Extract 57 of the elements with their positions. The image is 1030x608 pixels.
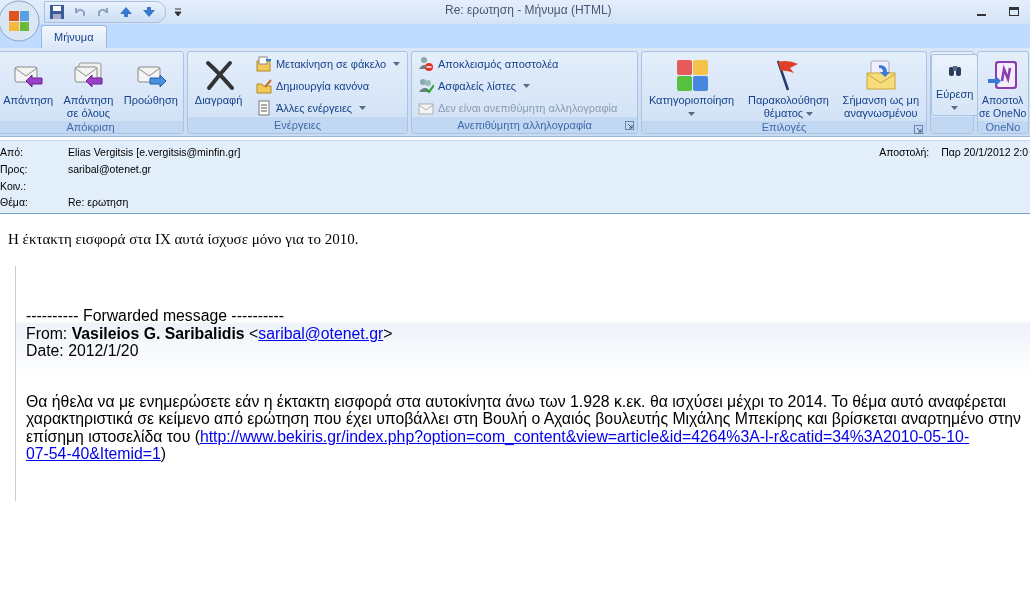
url-link[interactable]: 07-54-40&Itemid=1 bbox=[26, 445, 161, 462]
maximize-icon[interactable] bbox=[1008, 6, 1020, 18]
ribbon-button[interactable]: Αποστολ σε OneNo bbox=[979, 54, 1027, 121]
caret-icon bbox=[359, 105, 367, 110]
message-text: Η έκτακτη εισφορά στα ΙΧ αυτά ίσχυσε μόνο για το 2010. bbox=[8, 231, 360, 248]
folder-move-icon bbox=[255, 55, 272, 72]
caret-icon bbox=[951, 106, 959, 110]
dialog-launcher-icon[interactable] bbox=[625, 121, 634, 130]
ribbon-button[interactable]: Παρακολούθηση θέματος bbox=[748, 54, 829, 121]
caret-icon bbox=[393, 61, 401, 66]
field-label: Θέμα: bbox=[0, 196, 29, 211]
group-label: Ενέργειες bbox=[273, 119, 322, 131]
group-label: Ανεπιθύμητη αλληλογραφία bbox=[457, 119, 592, 131]
field-label: Προς: bbox=[0, 162, 29, 177]
date-line: Date: 2012/1/20 bbox=[26, 342, 140, 360]
ribbon-button[interactable]: Εύρεση bbox=[931, 54, 979, 116]
folder-pencil-icon bbox=[255, 77, 272, 94]
ribbon-button[interactable]: Ασφαλείς λίστες bbox=[418, 76, 618, 95]
people-check-icon bbox=[418, 77, 434, 94]
window-title: Re: ερωτηση - Μήνυμα (HTML) bbox=[445, 3, 612, 17]
caret-icon bbox=[523, 83, 531, 88]
ribbon-tab[interactable]: Μήνυμα bbox=[41, 25, 107, 48]
color-squares-icon bbox=[675, 59, 708, 91]
ribbon-button[interactable]: Κατηγοριοποίηση bbox=[648, 54, 735, 118]
group-label: Επιλογές bbox=[761, 121, 807, 133]
email-link[interactable]: saribal@otenet.gr bbox=[258, 324, 384, 342]
forward-separator: ---------- Forwarded message ---------- bbox=[26, 307, 285, 325]
field-value: saribal@otenet.gr bbox=[68, 162, 152, 177]
field-value: Παρ 20/1/2012 2:0 bbox=[941, 146, 1028, 160]
ribbon-button[interactable]: Αποκλεισμός αποστολέα bbox=[418, 54, 618, 73]
field-label: Από: bbox=[0, 146, 24, 160]
document-list-icon bbox=[255, 99, 272, 116]
url-link[interactable]: http://www.bekiris.gr/index.php?option=com_content&view=article&id=4264%3A-l-r&catid=34%3A2010-05-10- bbox=[199, 427, 970, 445]
caret-icon bbox=[688, 112, 696, 116]
group-label: OneNo bbox=[985, 121, 1021, 133]
from-line: From: Vasileios G. Saribalidis <saribal@otenet.gr> bbox=[26, 324, 394, 342]
ribbon-button[interactable]: Δημιουργία κανόνα bbox=[255, 76, 401, 95]
ribbon-button[interactable]: Απάντηση bbox=[3, 54, 54, 108]
person-blocked-icon bbox=[418, 55, 434, 72]
field-label: Αποστολή: bbox=[879, 146, 930, 160]
ribbon-button[interactable]: Απάντηση σε όλους bbox=[63, 54, 114, 121]
customize-toolbar-icon[interactable] bbox=[174, 7, 182, 17]
ribbon-button[interactable]: Διαγραφή bbox=[194, 54, 243, 108]
field-value: Re: ερωτηση bbox=[68, 196, 129, 211]
dialog-launcher-icon[interactable] bbox=[914, 125, 923, 134]
save-icon[interactable] bbox=[49, 4, 65, 20]
field-value: Elias Vergitsis [e.vergitsis@minfin.gr] bbox=[68, 146, 241, 160]
envelope-arrow-icon bbox=[864, 59, 897, 91]
caret-icon bbox=[806, 112, 814, 117]
ribbon-button[interactable]: Σήμανση ως μη αναγνωσμένου bbox=[842, 54, 920, 121]
notebook-icon bbox=[986, 59, 1019, 91]
ribbon-button[interactable]: Μετακίνηση σε φάκελο bbox=[255, 54, 401, 73]
ribbon-button[interactable]: Προώθηση bbox=[123, 54, 178, 108]
ribbon-button[interactable]: Άλλες ενέργειες bbox=[255, 98, 401, 117]
message-paragraph: Θα ήθελα να με ενημερώσετε εάν η έκτακτη εισφορά στα αυτοκίνητα άνω των 1.928 κ.εκ. θα ισχύσει μέχρι το 2014. Το θέμα αυτό αναφέρεται χαρακτηριστικά σε κείμενο από ερώτηση που έχει υποβάλλει στη Βουλή ο Αχαιός βουλευτής Μιχάλης Μπεκίρης και βρίσκεται αναρτημένο στην επίσημη ιστοσελίδα του (http://www.bekiris.gr/index.php?option=com_content&view=article&id=4264%3A-l-r&catid=34%3A2010-05-10- 07-54-40&Itemid=1) bbox=[26, 392, 1022, 463]
group-label: Απόκριση bbox=[66, 121, 115, 133]
field-label: Κοιν.: bbox=[0, 179, 28, 194]
